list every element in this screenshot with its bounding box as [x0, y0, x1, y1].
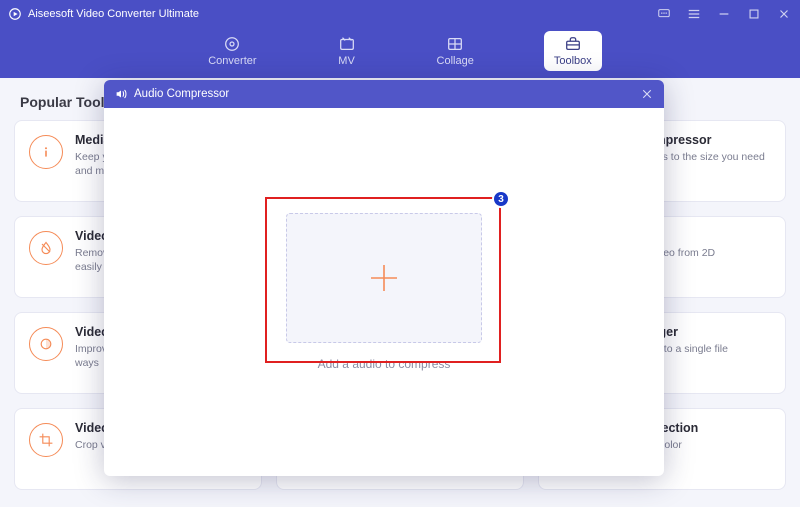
- speaker-icon: [114, 87, 128, 101]
- info-icon: [29, 135, 63, 169]
- feedback-icon[interactable]: [656, 6, 672, 22]
- converter-icon: [222, 35, 242, 53]
- toolbox-icon: [563, 35, 583, 53]
- nav-label: Collage: [437, 55, 474, 67]
- nav-collage[interactable]: Collage: [427, 31, 484, 71]
- content-area: Popular Tools Media Metadata EditorKeep …: [0, 78, 800, 507]
- main-nav: Converter MV Collage Toolbox: [0, 28, 800, 78]
- modal-header: Audio Compressor: [104, 80, 664, 108]
- app-logo-icon: [8, 7, 22, 21]
- nav-converter[interactable]: Converter: [198, 31, 266, 71]
- collage-icon: [445, 35, 465, 53]
- cropper-icon: [29, 423, 63, 457]
- menu-icon[interactable]: [686, 6, 702, 22]
- nav-mv[interactable]: MV: [327, 31, 367, 71]
- nav-label: MV: [338, 55, 355, 67]
- dropzone-caption: Add a audio to compress: [318, 357, 451, 371]
- audio-compressor-modal: Audio Compressor Add a audio to compress…: [104, 80, 664, 476]
- minimize-icon[interactable]: [716, 6, 732, 22]
- add-audio-dropzone[interactable]: [286, 213, 482, 343]
- nav-label: Converter: [208, 55, 256, 67]
- annotation-badge: 3: [492, 190, 510, 208]
- window-controls: [656, 6, 792, 22]
- maximize-icon[interactable]: [746, 6, 762, 22]
- modal-close-icon[interactable]: [640, 87, 654, 101]
- watermark-icon: [29, 231, 63, 265]
- modal-title: Audio Compressor: [134, 88, 640, 100]
- close-icon[interactable]: [776, 6, 792, 22]
- modal-body: Add a audio to compress 3: [104, 108, 664, 476]
- titlebar: Aiseesoft Video Converter Ultimate: [0, 0, 800, 28]
- nav-label: Toolbox: [554, 55, 592, 67]
- enhancer-icon: [29, 327, 63, 361]
- mv-icon: [337, 35, 357, 53]
- app-title: Aiseesoft Video Converter Ultimate: [28, 8, 656, 20]
- nav-toolbox[interactable]: Toolbox: [544, 31, 602, 71]
- plus-icon: [367, 261, 401, 295]
